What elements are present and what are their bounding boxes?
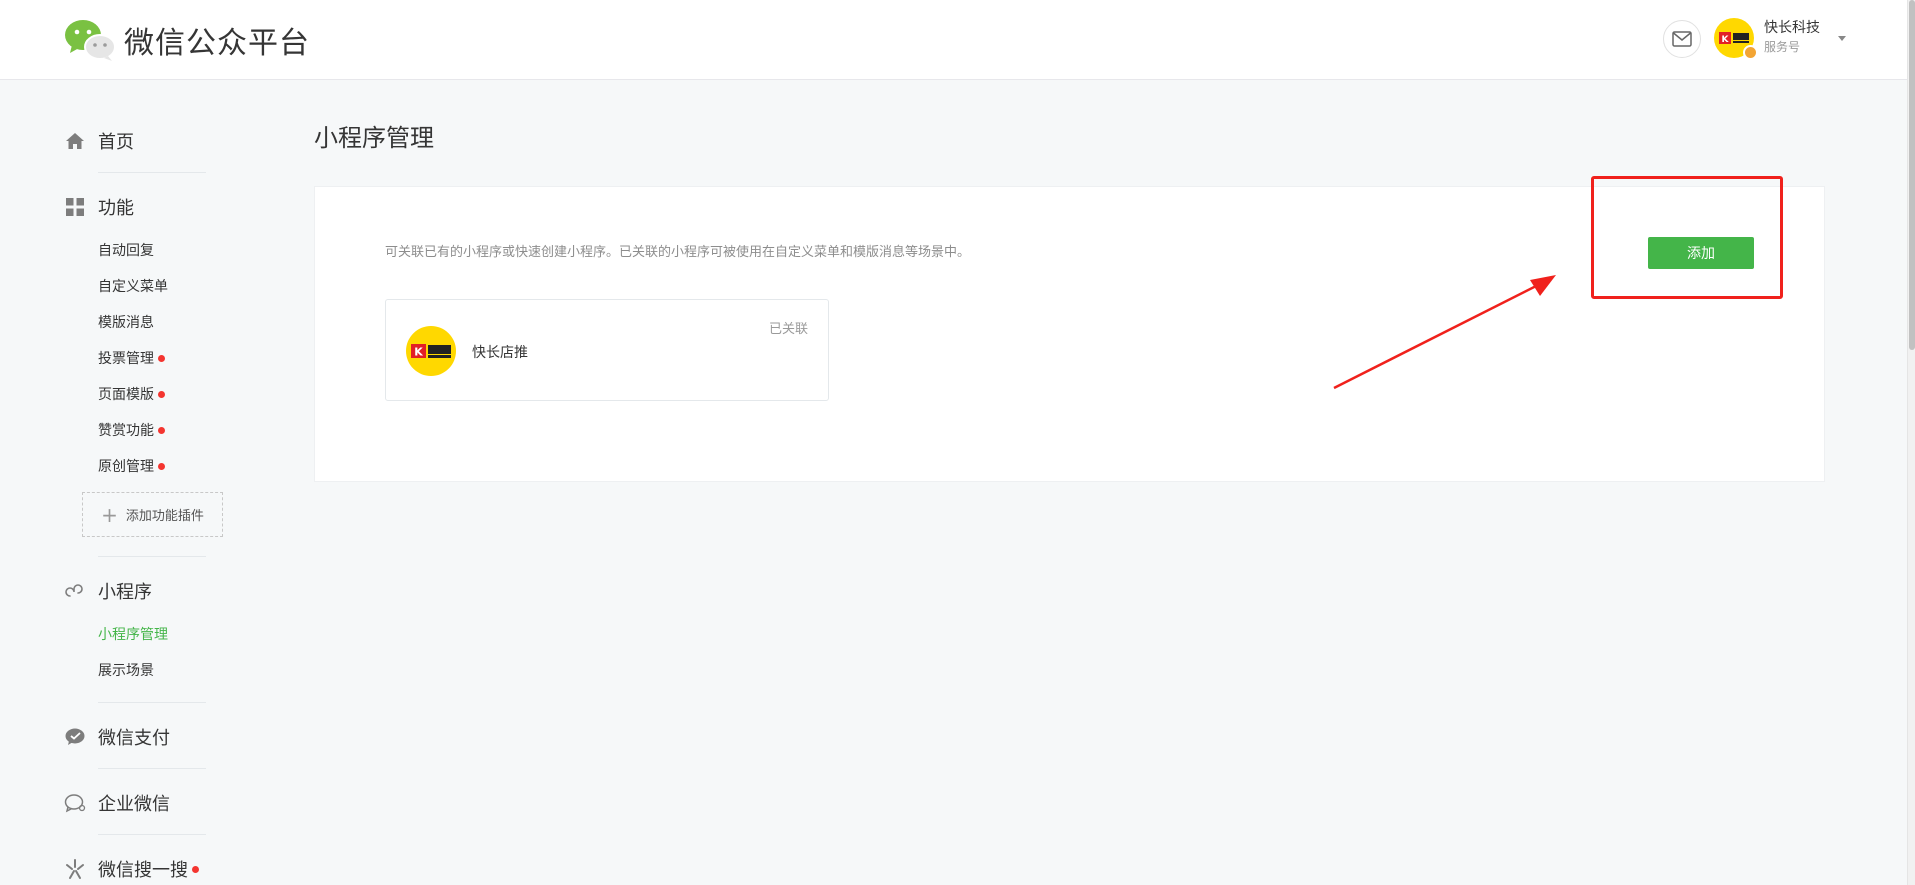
- sidebar-divider: [98, 702, 206, 703]
- sidebar-item-label: 模版消息: [98, 315, 154, 331]
- nav-features-label: 功能: [98, 198, 134, 219]
- miniprogram-status: 已关联: [768, 322, 808, 337]
- sidebar-divider: [98, 556, 206, 557]
- miniprogram-name: 快长店推: [472, 345, 528, 361]
- panel-description: 可关联已有的小程序或快速创建小程序。已关联的小程序可被使用在自定义菜单和模版消息…: [385, 245, 971, 260]
- scrollbar-thumb[interactable]: [1909, 0, 1915, 350]
- sidebar-item-template-message[interactable]: 模版消息: [98, 312, 154, 332]
- sidebar-item-custom-menu[interactable]: 自定义菜单: [98, 276, 168, 296]
- plus-icon: +: [101, 502, 118, 527]
- wechat-logo-icon: [65, 20, 116, 61]
- miniprogram-card[interactable]: K 快长店推 已关联: [385, 299, 829, 401]
- svg-text:K: K: [1722, 35, 1730, 45]
- grid-icon: [64, 196, 86, 218]
- sidebar-divider: [98, 768, 206, 769]
- sidebar-item-label: 自动回复: [98, 243, 154, 259]
- platform-title: 微信公众平台: [124, 26, 310, 61]
- nav-wechat-search-label: 微信搜一搜: [98, 860, 188, 881]
- work-wechat-icon: [64, 792, 86, 814]
- new-badge-dot: [158, 426, 165, 434]
- annotation-highlight-box: [1591, 176, 1783, 299]
- mail-icon: [1672, 31, 1692, 47]
- nav-miniprogram-label: 小程序: [98, 582, 152, 603]
- sidebar-item-label: 小程序管理: [98, 627, 168, 643]
- brand-logo-icon: K: [1719, 32, 1749, 45]
- sidebar-item-label: 原创管理: [98, 459, 154, 475]
- page-title: 小程序管理: [314, 124, 434, 152]
- new-badge-dot: [158, 354, 165, 362]
- top-header: 微信公众平台 K 快长科技 服务号: [0, 0, 1915, 80]
- verified-badge-icon: [1743, 45, 1758, 60]
- account-name: 快长科技: [1764, 20, 1820, 36]
- sidebar-item-label: 投票管理: [98, 351, 154, 367]
- nav-wechat-pay-label: 微信支付: [98, 728, 170, 749]
- sidebar-divider: [98, 834, 206, 835]
- miniprogram-icon: [64, 580, 86, 602]
- new-badge-dot: [158, 462, 165, 470]
- new-badge-dot: [192, 865, 199, 873]
- sidebar-item-label: 页面模版: [98, 387, 154, 403]
- sidebar-item-miniprogram-management[interactable]: 小程序管理: [98, 624, 168, 644]
- sidebar-item-auto-reply[interactable]: 自动回复: [98, 240, 154, 260]
- account-avatar: K: [1714, 18, 1758, 60]
- brand-logo-icon: K: [411, 344, 451, 359]
- sidebar-item-display-scene[interactable]: 展示场景: [98, 660, 154, 680]
- caret-down-icon[interactable]: [1838, 35, 1846, 41]
- account-menu[interactable]: K 快长科技 服务号: [1714, 18, 1846, 60]
- sparkle-search-icon: [64, 858, 86, 880]
- nav-work-wechat[interactable]: 企业微信: [64, 790, 170, 816]
- svg-text:K: K: [414, 346, 423, 359]
- sidebar-item-label: 自定义菜单: [98, 279, 168, 295]
- add-plugin-label: 添加功能插件: [125, 509, 204, 524]
- new-badge-dot: [158, 390, 165, 398]
- sidebar-item-label: 展示场景: [98, 663, 154, 679]
- account-type: 服务号: [1764, 40, 1801, 54]
- nav-miniprogram[interactable]: 小程序: [64, 578, 152, 604]
- sidebar-item-label: 赞赏功能: [98, 423, 154, 439]
- nav-home[interactable]: 首页: [64, 128, 134, 154]
- nav-features[interactable]: 功能: [64, 194, 134, 220]
- annotation-arrow-icon: [1333, 275, 1556, 390]
- add-plugin-button[interactable]: + 添加功能插件: [82, 492, 223, 537]
- nav-wechat-pay[interactable]: 微信支付: [64, 724, 170, 750]
- sidebar-divider: [98, 172, 206, 173]
- sidebar-item-page-template[interactable]: 页面模版: [98, 384, 165, 404]
- miniprogram-avatar: K: [406, 326, 456, 376]
- wechat-pay-icon: [64, 726, 86, 748]
- nav-home-label: 首页: [98, 132, 134, 153]
- home-icon: [64, 130, 86, 152]
- nav-work-wechat-label: 企业微信: [98, 794, 170, 815]
- sidebar-item-vote-management[interactable]: 投票管理: [98, 348, 165, 368]
- message-button[interactable]: [1663, 20, 1701, 58]
- sidebar-item-original-management[interactable]: 原创管理: [98, 456, 165, 476]
- nav-wechat-search[interactable]: 微信搜一搜: [64, 856, 199, 882]
- page-scrollbar[interactable]: [1907, 0, 1915, 885]
- wechat-mp-logo[interactable]: 微信公众平台: [64, 18, 310, 62]
- sidebar-item-reward[interactable]: 赞赏功能: [98, 420, 165, 440]
